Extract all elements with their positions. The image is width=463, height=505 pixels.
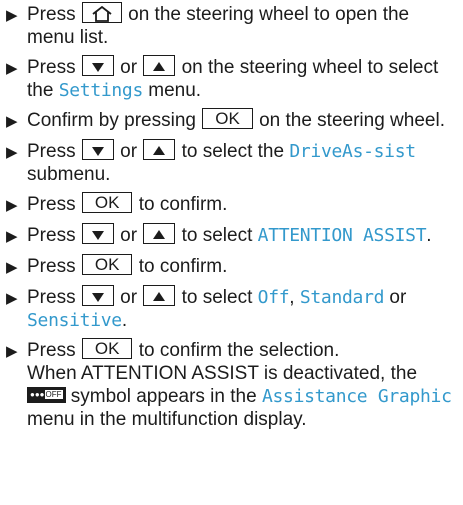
menu-settings: Settings — [58, 80, 144, 101]
home-icon — [92, 6, 112, 22]
step-9-text: Press OK to confirm the selection. When … — [27, 338, 452, 430]
step-7-text: Press OK to confirm. — [27, 254, 228, 277]
down-key — [81, 223, 114, 245]
instruction-list: ▶ Press on the steering wheel to open th… — [0, 0, 463, 431]
up-key — [143, 55, 176, 77]
home-key — [81, 2, 122, 24]
menu-assistance-graphic: Assistance Graphic — [261, 386, 452, 407]
menu-driveassist: DriveAs-sist — [289, 141, 416, 162]
step-4: ▶ Press or to select the DriveAs-sist su… — [6, 139, 457, 186]
option-sensitive: Sensitive — [27, 310, 122, 331]
step-8: ▶ Press or to select Off, Standard or Se… — [6, 285, 457, 332]
arrow-down-icon — [91, 293, 104, 302]
down-key — [81, 55, 114, 77]
up-key — [143, 285, 176, 307]
step-1-text: Press on the steering wheel to open the … — [27, 2, 410, 48]
triangle-right-icon: ▶ — [6, 228, 18, 245]
arrow-up-icon — [153, 292, 166, 301]
step-1: ▶ Press on the steering wheel to open th… — [6, 2, 457, 49]
triangle-right-icon: ▶ — [6, 144, 18, 161]
step-3-text: Confirm by pressing OK on the steering w… — [27, 108, 445, 131]
deactivated-note: When ATTENTION ASSIST is deactivated, th… — [27, 363, 418, 384]
ok-key: OK — [202, 108, 253, 130]
triangle-right-icon: ▶ — [6, 7, 18, 24]
arrow-down-icon — [91, 63, 104, 72]
down-key — [81, 139, 114, 161]
option-standard: Standard — [299, 287, 385, 308]
step-6: ▶ Press or to select ATTENTION ASSIST. — [6, 223, 457, 248]
triangle-right-icon: ▶ — [6, 259, 18, 276]
triangle-right-icon: ▶ — [6, 113, 18, 130]
ok-key: OK — [81, 338, 133, 360]
step-7: ▶ Press OK to confirm. — [6, 254, 457, 279]
step-4-text: Press or to select the DriveAs-sist subm… — [27, 139, 416, 185]
up-key — [143, 139, 176, 161]
triangle-right-icon: ▶ — [6, 290, 18, 307]
option-off: Off — [257, 287, 290, 308]
arrow-down-icon — [91, 147, 104, 156]
arrow-down-icon — [91, 231, 104, 240]
attention-assist-off-icon: ●●●OFF — [27, 386, 66, 403]
step-9: ▶ Press OK to confirm the selection. Whe… — [6, 338, 457, 431]
ok-key: OK — [81, 254, 133, 276]
triangle-right-icon: ▶ — [6, 197, 18, 214]
triangle-right-icon: ▶ — [6, 343, 18, 360]
step-3: ▶ Confirm by pressing OK on the steering… — [6, 108, 457, 133]
step-8-text: Press or to select Off, Standard or Sens… — [27, 285, 407, 331]
triangle-right-icon: ▶ — [6, 60, 18, 77]
arrow-up-icon — [153, 230, 166, 239]
step-6-text: Press or to select ATTENTION ASSIST. — [27, 223, 432, 246]
step-2: ▶ Press or on the steering wheel to sele… — [6, 55, 457, 102]
up-key — [143, 223, 176, 245]
step-5: ▶ Press OK to confirm. — [6, 192, 457, 217]
down-key — [81, 285, 114, 307]
ok-key: OK — [81, 192, 133, 214]
menu-attention-assist: ATTENTION ASSIST — [257, 225, 427, 246]
step-2-text: Press or on the steering wheel to select… — [27, 55, 439, 101]
arrow-up-icon — [153, 62, 166, 71]
arrow-up-icon — [153, 146, 166, 155]
step-5-text: Press OK to confirm. — [27, 192, 228, 215]
